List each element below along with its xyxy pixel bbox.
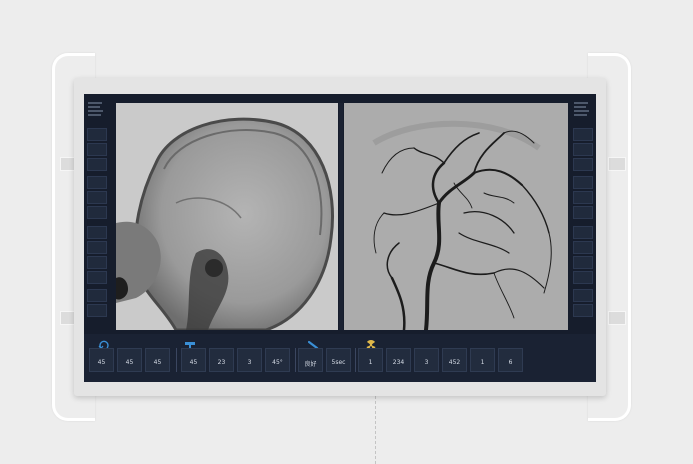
control-value: 1: [368, 359, 373, 366]
control-value: 234: [392, 359, 405, 366]
sidebar-button[interactable]: [87, 176, 107, 189]
left-sidebar: [86, 94, 108, 332]
control-tile[interactable]: 良好: [298, 348, 323, 372]
stand-line: [375, 396, 376, 464]
sidebar-button[interactable]: [573, 206, 593, 219]
sidebar-button[interactable]: [573, 289, 593, 302]
sidebar-button[interactable]: [87, 143, 107, 156]
control-value: 3: [424, 359, 429, 366]
sidebar-button[interactable]: [573, 304, 593, 317]
sidebar-button[interactable]: [87, 158, 107, 171]
mount-nub: [608, 311, 626, 325]
control-value: 45°: [272, 359, 283, 366]
control-value: 452: [448, 359, 461, 366]
sidebar-button[interactable]: [573, 191, 593, 204]
sidebar-button[interactable]: [573, 158, 593, 171]
sidebar-header: [88, 102, 106, 116]
control-tile[interactable]: 45: [145, 348, 170, 372]
control-tile[interactable]: 234: [386, 348, 411, 372]
group-separator: [176, 348, 177, 372]
control-tile[interactable]: 45: [181, 348, 206, 372]
control-value: 45: [153, 359, 162, 366]
control-value: 45: [97, 359, 106, 366]
mount-nub: [608, 157, 626, 171]
sidebar-button[interactable]: [573, 256, 593, 269]
control-tile[interactable]: 452: [442, 348, 467, 372]
control-value: 45: [189, 359, 198, 366]
control-tile[interactable]: 5sec: [326, 348, 351, 372]
sidebar-button[interactable]: [87, 289, 107, 302]
sidebar-button[interactable]: [87, 271, 107, 284]
control-value: 23: [217, 359, 226, 366]
control-tile[interactable]: 3: [414, 348, 439, 372]
sidebar-button[interactable]: [573, 143, 593, 156]
control-value: 45: [125, 359, 134, 366]
control-tile[interactable]: 45°: [265, 348, 290, 372]
control-tile[interactable]: 1: [470, 348, 495, 372]
group-separator: [355, 348, 356, 372]
monitor-screen: 45 45 45 45 23 3 45° 良好 5sec 1 234 3 452…: [84, 94, 596, 382]
sidebar-header: [574, 102, 592, 116]
sidebar-button[interactable]: [573, 241, 593, 254]
sidebar-button[interactable]: [573, 271, 593, 284]
right-sidebar: [572, 94, 594, 332]
sidebar-button[interactable]: [87, 206, 107, 219]
group-separator: [295, 348, 296, 372]
sidebar-button[interactable]: [87, 128, 107, 141]
xray-image-skull[interactable]: [116, 103, 338, 330]
control-value: 1: [480, 359, 485, 366]
sidebar-button[interactable]: [87, 226, 107, 239]
sidebar-button[interactable]: [573, 226, 593, 239]
skull-xray-graphic: [116, 103, 338, 330]
sidebar-button[interactable]: [87, 241, 107, 254]
image-divider: [339, 103, 343, 330]
angiogram-graphic: [344, 103, 568, 330]
control-value: 5sec: [331, 359, 346, 366]
control-value: 6: [508, 359, 513, 366]
control-value: 3: [247, 359, 252, 366]
control-tile[interactable]: 45: [117, 348, 142, 372]
angiography-image[interactable]: [344, 103, 568, 330]
sidebar-button[interactable]: [573, 176, 593, 189]
control-tile[interactable]: 23: [209, 348, 234, 372]
sidebar-button[interactable]: [87, 191, 107, 204]
control-tile[interactable]: 45: [89, 348, 114, 372]
control-value: 良好: [304, 361, 317, 368]
control-tile[interactable]: 1: [358, 348, 383, 372]
bottom-control-bar: 45 45 45 45 23 3 45° 良好 5sec 1 234 3 452…: [84, 334, 596, 382]
sidebar-button[interactable]: [87, 256, 107, 269]
control-tile[interactable]: 3: [237, 348, 262, 372]
sidebar-button[interactable]: [87, 304, 107, 317]
control-tile[interactable]: 6: [498, 348, 523, 372]
sidebar-button[interactable]: [573, 128, 593, 141]
